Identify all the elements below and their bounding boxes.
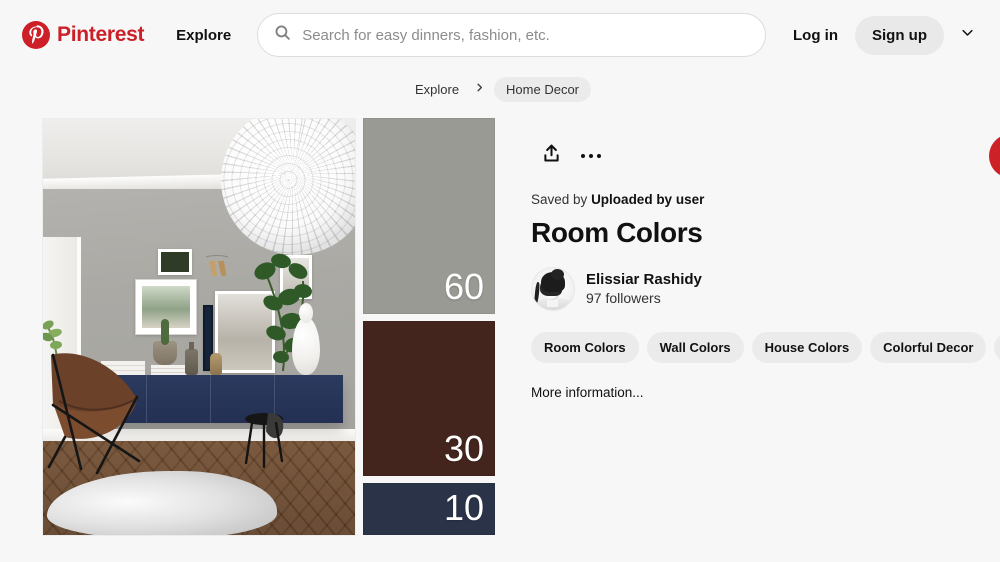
black-stool (240, 411, 292, 469)
tag-colorful[interactable]: Colorful (994, 331, 1000, 363)
search-input[interactable] (302, 26, 749, 44)
search-icon (274, 24, 291, 46)
avatar[interactable] (531, 267, 575, 311)
tag-wall-colors[interactable]: Wall Colors (646, 331, 744, 363)
search-bar[interactable] (257, 13, 766, 57)
author-followers: 97 followers (586, 290, 661, 307)
swatch-60-label: 60 (443, 266, 484, 307)
more-options-button[interactable] (571, 136, 611, 176)
chevron-right-icon (474, 80, 485, 98)
cactus (161, 319, 169, 345)
breadcrumb-current-home-decor[interactable]: Home Decor (494, 76, 592, 102)
chevron-down-icon (960, 25, 975, 45)
hanging-shoes (200, 255, 234, 279)
leather-butterfly-chair (43, 341, 159, 481)
saved-by-source[interactable]: Uploaded by user (591, 192, 704, 207)
author-name: Elissiar Rashidy (586, 270, 702, 288)
white-table-lamp (292, 303, 320, 375)
pinterest-logo-icon (22, 21, 50, 49)
tag-colorful-decor[interactable]: Colorful Decor (870, 331, 987, 363)
swatch-30-label: 30 (443, 428, 484, 469)
pin-closeup: 60 30 10 Saved by Uploaded by user Room … (0, 118, 1000, 536)
tag-house-colors[interactable]: House Colors (751, 331, 863, 363)
page-title: Room Colors (531, 217, 703, 248)
share-icon (541, 143, 562, 169)
pin-detail-panel: Save Saved by Uploaded by user Room Colo… (531, 118, 1000, 536)
ceramic-bottle (185, 342, 198, 375)
save-button[interactable]: Save (988, 134, 1000, 178)
signup-button[interactable]: Sign up (855, 15, 944, 55)
swatch-10-accent-navy: 10 (363, 483, 495, 535)
pinterest-home-link[interactable]: Pinterest (16, 17, 150, 53)
breadcrumb: Explore Home Decor (0, 72, 1000, 106)
share-button[interactable] (531, 136, 571, 176)
pin-media-column: 60 30 10 (42, 118, 495, 536)
breadcrumb-explore-link[interactable]: Explore (409, 79, 465, 100)
more-information-link[interactable]: More information... (531, 385, 1000, 400)
account-menu-button[interactable] (952, 20, 982, 50)
small-figurine (210, 353, 222, 375)
saved-by-line: Saved by Uploaded by user (531, 192, 1000, 207)
explore-nav-button[interactable]: Explore (162, 17, 245, 54)
related-tags: Room Colors Wall Colors House Colors Col… (531, 331, 1000, 363)
saved-by-prefix: Saved by (531, 192, 588, 207)
login-button[interactable]: Log in (780, 16, 851, 55)
color-ratio-swatches: 60 30 10 (363, 118, 495, 536)
swatch-30-secondary-brown: 30 (363, 321, 495, 476)
wall-art-small-top (158, 249, 192, 275)
swatch-60-dominant-grey: 60 (363, 118, 495, 314)
pin-action-row: Save (531, 134, 1000, 178)
pinterest-wordmark: Pinterest (57, 23, 145, 46)
pin-author[interactable]: Elissiar Rashidy 97 followers (531, 267, 1000, 311)
pin-image-room-photo[interactable] (42, 118, 356, 536)
swatch-10-label: 10 (443, 487, 484, 528)
pin-author-text: Elissiar Rashidy 97 followers (586, 271, 702, 308)
tag-room-colors[interactable]: Room Colors (531, 331, 639, 363)
more-options-icon (581, 154, 601, 158)
top-navigation-bar: Pinterest Explore Log in Sign up (0, 0, 1000, 70)
